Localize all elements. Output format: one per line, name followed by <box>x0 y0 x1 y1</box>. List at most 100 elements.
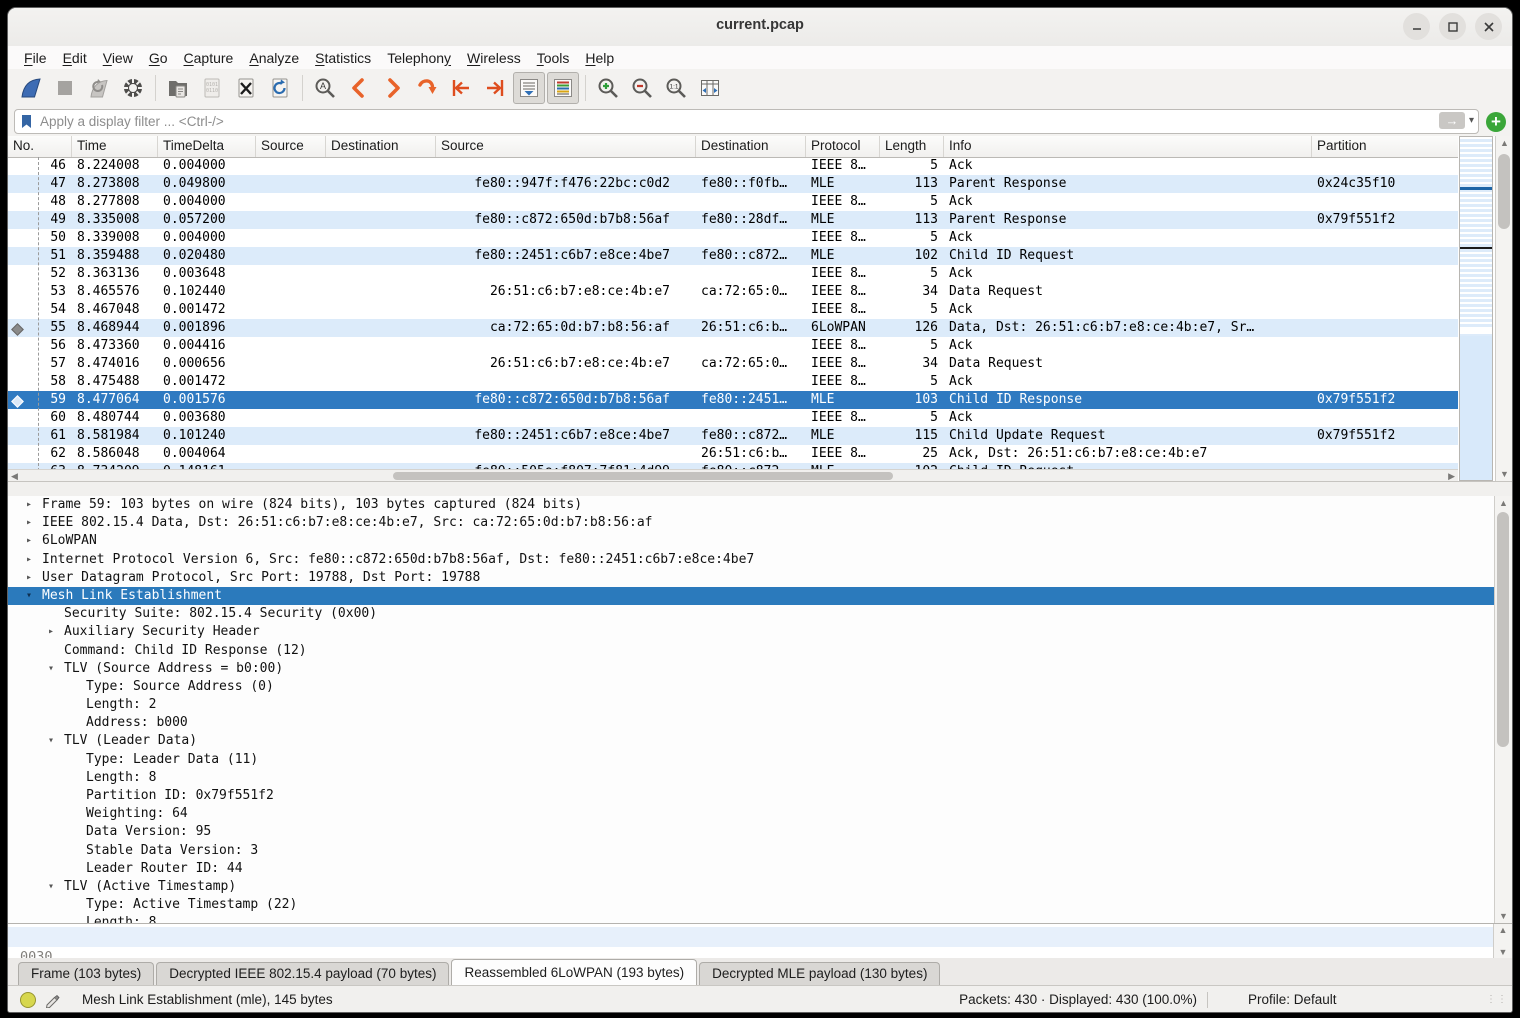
find-packet-button[interactable]: A <box>309 72 341 104</box>
detail-scrollbar[interactable]: ▲ ▼ <box>1494 496 1512 923</box>
column-header-destination[interactable]: Destination <box>326 136 436 157</box>
detail-line[interactable]: ▾TLV (Active Timestamp) <box>8 878 1512 896</box>
menu-statistics[interactable]: Statistics <box>307 50 379 66</box>
detail-line[interactable]: ▾TLV (Source Address = b0:00) <box>8 660 1512 678</box>
detail-line[interactable]: Type: Source Address (0) <box>8 678 1512 696</box>
column-header-length[interactable]: Length <box>880 136 944 157</box>
detail-line[interactable]: Type: Active Timestamp (22) <box>8 896 1512 914</box>
packet-row-50[interactable]: 508.3390080.004000IEEE 8…5Ack <box>8 229 1458 247</box>
expand-icon[interactable]: ▸ <box>26 551 32 569</box>
display-filter-input[interactable]: Apply a display filter ... <Ctrl-/> → ▾ <box>14 109 1479 134</box>
intelligent-scrollbar-minimap[interactable] <box>1459 136 1493 481</box>
open-file-button[interactable] <box>162 72 194 104</box>
menu-go[interactable]: Go <box>141 50 176 66</box>
hex-scrollbar[interactable]: ▲ ▼ <box>1493 924 1512 958</box>
column-header-destination[interactable]: Destination <box>696 136 806 157</box>
packet-row-46[interactable]: 468.2240080.004000IEEE 8…5Ack <box>8 157 1458 175</box>
menu-analyze[interactable]: Analyze <box>241 50 307 66</box>
go-forward-button[interactable] <box>377 72 409 104</box>
bytes-tab-frame-103-bytes[interactable]: Frame (103 bytes) <box>18 962 154 985</box>
save-file-button[interactable]: 01010110 <box>196 72 228 104</box>
titlebar[interactable]: current.pcap <box>8 8 1512 47</box>
expand-icon[interactable]: ▸ <box>26 496 32 514</box>
detail-line[interactable]: ▸User Datagram Protocol, Src Port: 19788… <box>8 569 1512 587</box>
packet-row-59[interactable]: 598.4770640.001576fe80::c872:650d:b7b8:5… <box>8 391 1458 409</box>
detail-line[interactable]: Length: 8 <box>8 914 1512 923</box>
menu-edit[interactable]: Edit <box>55 50 95 66</box>
close-file-button[interactable] <box>230 72 262 104</box>
scroll-up-icon[interactable]: ▲ <box>1494 925 1512 935</box>
capture-comment-icon[interactable] <box>44 992 60 1008</box>
zoom-in-button[interactable] <box>592 72 624 104</box>
scroll-up-icon[interactable]: ▲ <box>1495 498 1512 508</box>
detail-line[interactable]: ▸6LoWPAN <box>8 532 1512 550</box>
packet-row-61[interactable]: 618.5819840.101240fe80::2451:c6b7:e8ce:4… <box>8 427 1458 445</box>
detail-scroll-thumb[interactable] <box>1497 512 1509 747</box>
menu-wireless[interactable]: Wireless <box>459 50 529 66</box>
collapse-icon[interactable]: ▾ <box>48 660 54 678</box>
detail-line[interactable]: Length: 8 <box>8 769 1512 787</box>
column-header-source[interactable]: Source <box>436 136 696 157</box>
detail-line[interactable]: Type: Leader Data (11) <box>8 751 1512 769</box>
filter-apply-button[interactable]: → <box>1439 112 1465 129</box>
menu-view[interactable]: View <box>95 50 141 66</box>
menu-help[interactable]: Help <box>577 50 622 66</box>
expert-info-icon[interactable] <box>20 992 36 1008</box>
packet-row-62[interactable]: 628.5860480.00406426:51:c6:b…IEEE 8…25Ac… <box>8 445 1458 463</box>
filter-dropdown-caret[interactable]: ▾ <box>1469 115 1474 126</box>
bytes-tab-reassembled-6lowpan-193-bytes[interactable]: Reassembled 6LoWPAN (193 bytes) <box>451 959 697 985</box>
collapse-icon[interactable]: ▾ <box>48 878 54 896</box>
detail-line[interactable]: Leader Router ID: 44 <box>8 860 1512 878</box>
expand-icon[interactable]: ▸ <box>26 532 32 550</box>
column-header-partition[interactable]: Partition <box>1312 136 1458 157</box>
stop-capture-button[interactable] <box>49 72 81 104</box>
packet-row-60[interactable]: 608.4807440.003680IEEE 8…5Ack <box>8 409 1458 427</box>
close-button[interactable] <box>1475 13 1502 40</box>
scroll-down-icon[interactable]: ▼ <box>1494 947 1512 957</box>
column-header-source[interactable]: Source <box>256 136 326 157</box>
expand-icon[interactable]: ▸ <box>26 569 32 587</box>
packet-row-55[interactable]: 558.4689440.001896ca:72:65:0d:b7:b8:56:a… <box>8 319 1458 337</box>
column-header-no[interactable]: No. <box>8 136 72 157</box>
zoom-original-button[interactable]: 1:1 <box>660 72 692 104</box>
detail-line[interactable]: Weighting: 64 <box>8 805 1512 823</box>
packet-list-scrollbar[interactable]: ▲ ▼ <box>1495 136 1513 481</box>
menu-file[interactable]: File <box>16 50 55 66</box>
minimize-button[interactable] <box>1403 13 1430 40</box>
packet-row-47[interactable]: 478.2738080.049800fe80::947f:f476:22bc:c… <box>8 175 1458 193</box>
column-header-info[interactable]: Info <box>944 136 1312 157</box>
packet-bytes-pane[interactable]: 0030 00 15 0d 00 00 00 00 00 00 00 01 75… <box>8 923 1512 959</box>
detail-line[interactable]: ▸Internet Protocol Version 6, Src: fe80:… <box>8 551 1512 569</box>
packet-row-57[interactable]: 578.4740160.00065626:51:c6:b7:e8:ce:4b:e… <box>8 355 1458 373</box>
packet-row-52[interactable]: 528.3631360.003648IEEE 8…5Ack <box>8 265 1458 283</box>
reload-file-button[interactable] <box>264 72 296 104</box>
auto-scroll-button[interactable] <box>513 72 545 104</box>
menu-telephony[interactable]: Telephony <box>379 50 459 66</box>
expand-icon[interactable]: ▸ <box>26 514 32 532</box>
detail-line[interactable]: ▸Auxiliary Security Header <box>8 623 1512 641</box>
packet-row-54[interactable]: 548.4670480.001472IEEE 8…5Ack <box>8 301 1458 319</box>
detail-line[interactable]: Partition ID: 0x79f551f2 <box>8 787 1512 805</box>
bytes-tab-decrypted-mle-payload-130-bytes[interactable]: Decrypted MLE payload (130 bytes) <box>699 962 940 985</box>
detail-line[interactable]: ▸IEEE 802.15.4 Data, Dst: 26:51:c6:b7:e8… <box>8 514 1512 532</box>
column-header-protocol[interactable]: Protocol <box>806 136 880 157</box>
zoom-out-button[interactable] <box>626 72 658 104</box>
go-first-packet-button[interactable] <box>445 72 477 104</box>
packet-list-hscroll-thumb[interactable] <box>393 472 893 480</box>
expand-icon[interactable]: ▸ <box>48 623 54 641</box>
packet-row-56[interactable]: 568.4733600.004416IEEE 8…5Ack <box>8 337 1458 355</box>
detail-line[interactable]: Data Version: 95 <box>8 823 1512 841</box>
go-last-packet-button[interactable] <box>479 72 511 104</box>
detail-line[interactable]: Length: 2 <box>8 696 1512 714</box>
packet-row-49[interactable]: 498.3350080.057200fe80::c872:650d:b7b8:5… <box>8 211 1458 229</box>
capture-options-button[interactable] <box>117 72 149 104</box>
packet-list-scroll-thumb[interactable] <box>1498 154 1510 229</box>
resize-grip[interactable]: ⋮⋮ <box>1486 994 1508 1005</box>
start-capture-button[interactable] <box>15 72 47 104</box>
scroll-down-icon[interactable]: ▼ <box>1495 911 1512 921</box>
packet-row-53[interactable]: 538.4655760.10244026:51:c6:b7:e8:ce:4b:e… <box>8 283 1458 301</box>
maximize-button[interactable] <box>1439 13 1466 40</box>
detail-line[interactable]: Command: Child ID Response (12) <box>8 642 1512 660</box>
detail-line[interactable]: Security Suite: 802.15.4 Security (0x00) <box>8 605 1512 623</box>
scroll-up-icon[interactable]: ▲ <box>1496 138 1513 148</box>
